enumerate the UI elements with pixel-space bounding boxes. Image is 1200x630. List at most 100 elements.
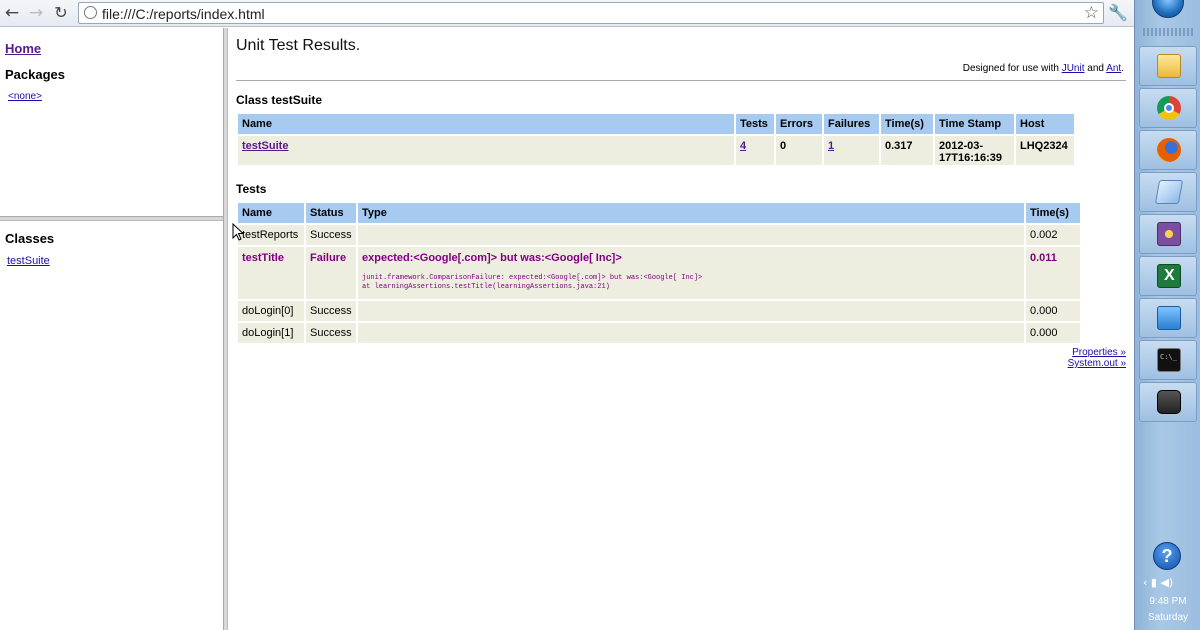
cell-name: doLogin[1]	[238, 323, 304, 343]
packages-heading: Packages	[5, 67, 65, 82]
start-button-icon[interactable]	[1152, 0, 1184, 18]
help-icon[interactable]: ?	[1153, 542, 1181, 570]
url-text[interactable]: file:///C:/reports/index.html	[102, 6, 265, 22]
testsuite-link[interactable]: testSuite	[242, 140, 288, 152]
page-title: Unit Test Results.	[236, 37, 361, 54]
system-tray-icons[interactable]: ‹ ▮ ◀)	[1143, 576, 1195, 589]
windows-taskbar: ? ‹ ▮ ◀) 9:48 PM Saturday	[1134, 0, 1200, 630]
col-header-tests: Tests	[736, 114, 774, 134]
designed-prefix: Designed for use with	[962, 63, 1062, 74]
firefox-icon	[1157, 138, 1181, 162]
timestamp-time: 17T16:16:39	[939, 152, 1002, 164]
cell-type	[358, 301, 1024, 321]
back-arrow-icon[interactable]: ←	[2, 3, 22, 23]
taskbar-grip[interactable]	[1143, 28, 1193, 36]
tests-table: Name Status Type Time(s) testReports Suc…	[236, 201, 1082, 345]
class-link-testsuite[interactable]: testSuite	[7, 255, 50, 267]
cell-name: testSuite	[238, 136, 734, 165]
classes-frame: Classes testSuite	[0, 221, 223, 630]
browser-toolbar: ← → ↻ file:///C:/reports/index.html ☆ 🔧	[0, 0, 1134, 27]
home-link[interactable]: Home	[5, 41, 41, 56]
taskbar-item-firefox[interactable]	[1139, 130, 1197, 170]
table-row: doLogin[1] Success 0.000	[238, 323, 1080, 343]
cell-time: 0.317	[881, 136, 933, 165]
designed-suffix: .	[1121, 63, 1124, 74]
title-divider	[236, 80, 1126, 81]
forward-arrow-icon[interactable]: →	[26, 3, 46, 23]
notepad-icon	[1154, 180, 1184, 204]
col-header-host: Host	[1016, 114, 1074, 134]
stack-trace-line: at learningAssertions.testTitle(learning…	[362, 283, 610, 291]
cell-name: doLogin[0]	[238, 301, 304, 321]
cell-timestamp: 2012-03- 17T16:16:39	[935, 136, 1014, 165]
explorer-icon	[1157, 54, 1181, 78]
wrench-icon[interactable]: 🔧	[1108, 3, 1128, 23]
designed-note: Designed for use with JUnit and Ant.	[963, 63, 1124, 74]
classes-heading: Classes	[5, 231, 55, 246]
cell-name: testTitle	[238, 247, 304, 299]
cell-host: LHQ2324	[1016, 136, 1074, 165]
browser-window: ← → ↻ file:///C:/reports/index.html ☆ 🔧 …	[0, 0, 1134, 630]
packages-frame: Home Packages <none>	[0, 28, 223, 216]
clock-day: Saturday	[1147, 612, 1189, 623]
table-row: doLogin[0] Success 0.000	[238, 301, 1080, 321]
stack-trace-line: junit.framework.ComparisonFailure: expec…	[362, 274, 703, 282]
cell-status: Success	[306, 225, 356, 245]
designed-and: and	[1084, 63, 1107, 74]
col-header-name: Name	[238, 203, 304, 223]
tests-heading: Tests	[236, 182, 267, 196]
taskbar-item-tool[interactable]	[1139, 214, 1197, 254]
star-icon[interactable]: ☆	[1084, 3, 1099, 23]
cell-type	[358, 225, 1024, 245]
stack-trace: junit.framework.ComparisonFailure: expec…	[362, 274, 1020, 292]
col-header-time: Time(s)	[1026, 203, 1080, 223]
clock-time[interactable]: 9:48 PM	[1135, 596, 1200, 607]
cell-status: Success	[306, 301, 356, 321]
system-out-link[interactable]: System.out »	[1068, 358, 1126, 369]
taskbar-item-excel[interactable]	[1139, 256, 1197, 296]
main-frame: Unit Test Results. Designed for use with…	[228, 28, 1134, 630]
network-icon	[1157, 306, 1181, 330]
col-header-timestamp: Time Stamp	[935, 114, 1014, 134]
col-header-errors: Errors	[776, 114, 822, 134]
taskbar-item-camera[interactable]	[1139, 382, 1197, 422]
class-heading: Class testSuite	[236, 93, 323, 107]
table-header-row: Name Status Type Time(s)	[238, 203, 1080, 223]
extra-links: Properties » System.out »	[1068, 347, 1126, 369]
cell-time: 0.000	[1026, 323, 1080, 343]
junit-link[interactable]: JUnit	[1062, 63, 1085, 74]
failure-message: expected:<Google[.com]> but was:<Google[…	[362, 252, 622, 264]
reload-icon[interactable]: ↻	[51, 3, 71, 23]
cell-type	[358, 323, 1024, 343]
class-summary-table: Name Tests Errors Failures Time(s) Time …	[236, 112, 1076, 167]
taskbar-item-cmd[interactable]	[1139, 340, 1197, 380]
cell-status: Failure	[306, 247, 356, 299]
cell-time: 0.011	[1026, 247, 1080, 299]
taskbar-item-chrome[interactable]	[1139, 88, 1197, 128]
cell-failures: 1	[824, 136, 879, 165]
cmd-icon	[1157, 348, 1181, 372]
taskbar-item-explorer[interactable]	[1139, 46, 1197, 86]
col-header-type: Type	[358, 203, 1024, 223]
tool-icon	[1157, 222, 1181, 246]
properties-link[interactable]: Properties »	[1068, 347, 1126, 358]
cell-tests: 4	[736, 136, 774, 165]
failures-count-link[interactable]: 1	[828, 140, 834, 152]
mouse-cursor-icon	[232, 223, 244, 241]
left-frames: Home Packages <none> Classes testSuite	[0, 28, 223, 630]
timestamp-date: 2012-03-	[939, 140, 984, 152]
package-link-none[interactable]: <none>	[8, 91, 42, 102]
taskbar-item-notepad[interactable]	[1139, 172, 1197, 212]
page-icon	[84, 6, 97, 19]
table-header-row: Name Tests Errors Failures Time(s) Time …	[238, 114, 1074, 134]
taskbar-item-network[interactable]	[1139, 298, 1197, 338]
table-row: testSuite 4 0 1 0.317 2012-03- 17T16:16:3…	[238, 136, 1074, 165]
ant-link[interactable]: Ant	[1106, 63, 1121, 74]
col-header-status: Status	[306, 203, 356, 223]
cell-errors: 0	[776, 136, 822, 165]
address-bar[interactable]: file:///C:/reports/index.html ☆	[78, 2, 1104, 24]
table-row-failure: testTitle Failure expected:<Google[.com]…	[238, 247, 1080, 299]
tests-count-link[interactable]: 4	[740, 140, 746, 152]
col-header-failures: Failures	[824, 114, 879, 134]
cell-type: expected:<Google[.com]> but was:<Google[…	[358, 247, 1024, 299]
